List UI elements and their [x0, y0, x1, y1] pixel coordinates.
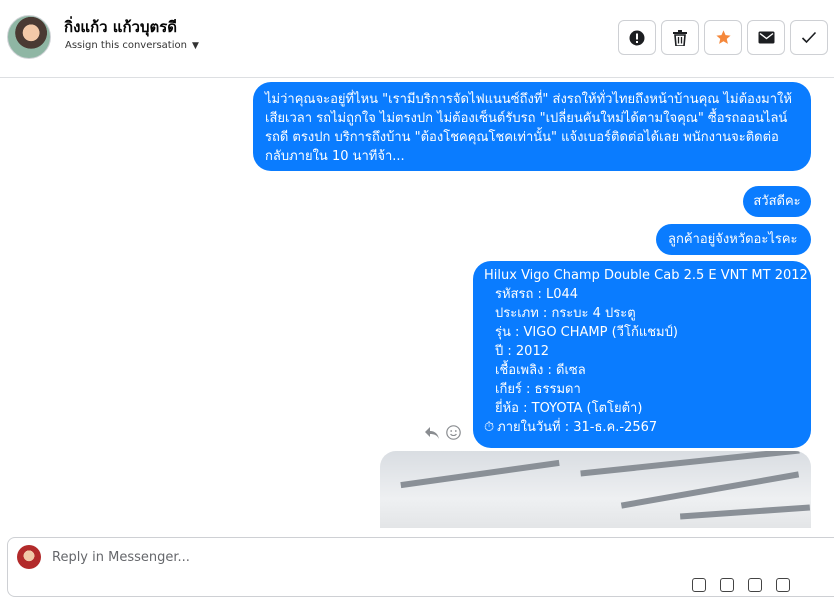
assign-label: Assign this conversation	[65, 40, 187, 51]
react-emoji-icon[interactable]	[446, 425, 461, 440]
message-bubble[interactable]: ไม่ว่าคุณจะอยู่ที่ไหน "เรามีบริการจัดไฟแ…	[253, 82, 811, 171]
reply-toolbar	[692, 578, 790, 592]
detail-line: ประเภท : กระบะ 4 ประตู	[495, 306, 636, 321]
vehicle-detail-message[interactable]: Hilux Vigo Champ Double Cab 2.5 E VNT MT…	[473, 261, 811, 448]
tool-icon[interactable]	[692, 578, 706, 592]
stopwatch-icon: ⏱	[484, 420, 495, 435]
deadline-text: ภายในวันที่ : 31-ธ.ค.-2567	[497, 420, 658, 435]
page-avatar	[17, 545, 41, 569]
mark-done-button[interactable]	[790, 20, 828, 55]
detail-line: รหัสรถ : L044	[495, 287, 579, 302]
exclamation-circle-icon	[629, 30, 645, 45]
contact-avatar[interactable]	[7, 15, 51, 59]
tool-icon[interactable]	[776, 578, 790, 592]
message-bubble[interactable]: สวัสดีคะ	[743, 186, 811, 217]
reply-icon[interactable]	[424, 426, 440, 440]
detail-line: รุ่น : VIGO CHAMP (วีโก้แชมป์)	[495, 325, 678, 340]
envelope-icon	[758, 31, 774, 44]
reply-input[interactable]	[52, 550, 652, 565]
caret-down-icon: ▼	[191, 40, 199, 51]
delete-button[interactable]	[661, 20, 699, 55]
tool-icon[interactable]	[720, 578, 734, 592]
message-thread[interactable]: ไม่ว่าคุณจะอยู่ที่ไหน "เรามีบริการจัดไฟแ…	[0, 79, 834, 528]
conversation-header: กิ่งแก้ว แก้วบุตรดี Assign this conversa…	[0, 0, 834, 78]
reply-box	[7, 537, 834, 597]
contact-name[interactable]: กิ่งแก้ว แก้วบุตรดี	[64, 15, 177, 39]
detail-line: เกียร์ : ธรรมดา	[495, 382, 581, 397]
detail-line: เชื้อเพลิง : ดีเซล	[495, 363, 586, 378]
message-bubble[interactable]: ลูกค้าอยู่จังหวัดอะไรคะ	[656, 224, 811, 255]
detail-line: ยี่ห้อ : TOYOTA (โตโยต้า)	[495, 401, 643, 416]
trash-icon	[673, 29, 687, 46]
vehicle-photo[interactable]	[380, 451, 811, 528]
checkmark-icon	[801, 31, 817, 44]
detail-line: ปี : 2012	[495, 344, 549, 359]
mark-spam-button[interactable]	[618, 20, 656, 55]
assign-conversation-dropdown[interactable]: Assign this conversation ▼	[65, 40, 199, 51]
vehicle-title: Hilux Vigo Champ Double Cab 2.5 E VNT MT…	[484, 268, 808, 283]
star-icon	[715, 30, 731, 44]
mark-unread-button[interactable]	[747, 20, 785, 55]
deadline-line: ⏱ ภายในวันที่ : 31-ธ.ค.-2567	[484, 418, 800, 437]
star-button[interactable]	[704, 20, 742, 55]
message-actions	[424, 425, 461, 440]
tool-icon[interactable]	[748, 578, 762, 592]
header-actions	[618, 20, 828, 55]
